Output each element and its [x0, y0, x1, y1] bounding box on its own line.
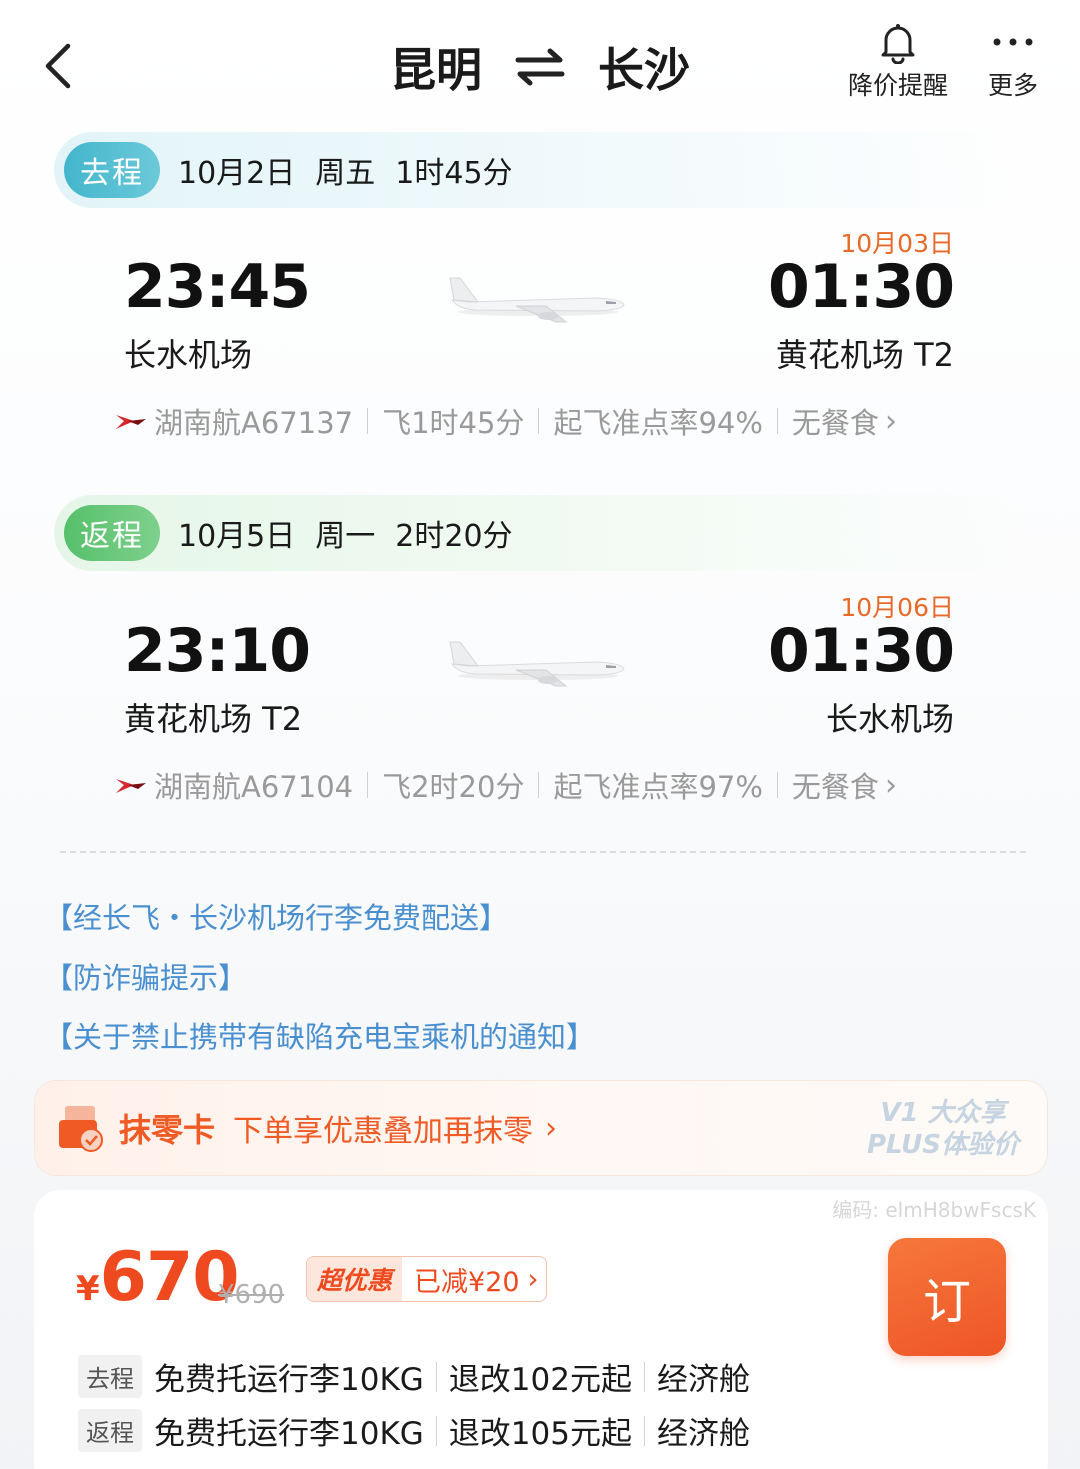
dashed-divider: [60, 851, 1026, 853]
back-button[interactable]: [38, 40, 82, 92]
divider: [538, 408, 540, 434]
deal-label: 超优惠: [307, 1257, 403, 1301]
price: ¥ 670: [76, 1238, 240, 1317]
chevron-right-icon: ›: [545, 1110, 558, 1146]
chevron-right-icon: ›: [527, 1263, 539, 1295]
route-title: 昆明 长沙: [390, 34, 690, 100]
divider: [367, 408, 369, 434]
airplane-icon: [449, 641, 625, 687]
more-label: 更多: [988, 71, 1039, 100]
outbound-tag: 去程: [64, 142, 160, 198]
cabin-class: 经济舱: [656, 1416, 750, 1452]
baggage-allowance: 免费托运行李10KG: [154, 1416, 424, 1452]
more-button[interactable]: 更多: [988, 22, 1038, 102]
plus-badge: V1 大众享 PLUS体验价: [867, 1097, 1019, 1161]
promo-description: 下单享优惠叠加再抹零: [233, 1114, 534, 1149]
flight-number: 湖南航A67104: [154, 770, 354, 804]
airline-logo-icon: [116, 779, 146, 793]
promo-title: 抹零卡: [119, 1111, 216, 1149]
origin-city: 昆明: [390, 43, 482, 97]
chevron-left-icon: [45, 43, 71, 89]
outbound-departure-time: 23:45: [124, 252, 311, 322]
outbound-header: 去程 10月2日 周五 1时45分: [54, 132, 1024, 208]
return-date: 10月5日: [178, 519, 296, 554]
outbound-date: 10月2日: [178, 156, 296, 191]
divider: [776, 408, 778, 434]
divider: [367, 772, 369, 798]
swap-arrows-icon: [515, 48, 565, 86]
fly-time: 飞1时45分: [382, 406, 525, 440]
return-flight-details[interactable]: 湖南航A67104 飞2时20分 起飞准点率97% 无餐食 ›: [114, 764, 897, 806]
currency-symbol: ¥: [76, 1269, 100, 1309]
outbound-info: 10月2日 周五 1时45分: [178, 148, 513, 192]
plus-badge-line2: PLUS体验价: [866, 1130, 1019, 1160]
return-arrival-time: 01:30: [768, 616, 955, 686]
return-weekday: 周一: [315, 519, 376, 554]
original-price: ¥690: [218, 1280, 285, 1310]
chevron-right-icon: ›: [884, 403, 897, 439]
ontime-rate: 起飞准点率94%: [553, 406, 763, 440]
divider: [776, 772, 778, 798]
return-departure-time: 23:10: [124, 616, 311, 686]
outbound-duration: 1时45分: [395, 156, 513, 191]
fare-row-return: 返程 免费托运行李10KG 退改105元起 经济舱: [78, 1408, 750, 1453]
outbound-arrival-time: 01:30: [768, 252, 955, 322]
more-dots-icon: [993, 38, 1033, 46]
baggage-allowance: 免费托运行李10KG: [154, 1362, 424, 1398]
notice-link-baggage-delivery[interactable]: 【经长飞・长沙机场行李免费配送】: [44, 895, 508, 937]
ontime-rate: 起飞准点率97%: [553, 770, 763, 804]
return-header: 返程 10月5日 周一 2时20分: [54, 495, 1024, 571]
book-button[interactable]: 订: [888, 1238, 1006, 1356]
divider: [643, 1415, 645, 1446]
return-info: 10月5日 周一 2时20分: [178, 511, 513, 555]
divider: [538, 772, 540, 798]
outbound-departure-airport: 长水机场: [124, 336, 253, 374]
plus-badge-line1: V1 大众享: [880, 1098, 1006, 1128]
meal-info: 无餐食: [791, 770, 879, 804]
destination-city: 长沙: [598, 43, 690, 97]
fare-tag: 去程: [78, 1355, 142, 1398]
cabin-class: 经济舱: [656, 1362, 750, 1398]
fare-tag: 返程: [78, 1409, 142, 1452]
notice-link-power-bank[interactable]: 【关于禁止携带有缺陷充电宝乘机的通知】: [44, 1014, 595, 1056]
promo-card[interactable]: 抹零卡 下单享优惠叠加再抹零 › V1 大众享 PLUS体验价: [34, 1080, 1048, 1176]
chevron-right-icon: ›: [884, 767, 897, 803]
divider: [435, 1415, 437, 1446]
return-duration: 2时20分: [395, 519, 513, 554]
change-fee: 退改102元起: [448, 1362, 632, 1398]
airline-logo-icon: [116, 415, 146, 429]
return-departure-airport: 黄花机场 T2: [124, 700, 303, 738]
outbound-weekday: 周五: [315, 156, 376, 191]
airplane-icon: [449, 277, 625, 323]
change-fee: 退改105元起: [448, 1416, 632, 1452]
notice-link-anti-fraud[interactable]: 【防诈骗提示】: [44, 955, 247, 997]
divider: [643, 1361, 645, 1392]
divider: [435, 1361, 437, 1392]
meal-info: 无餐食: [791, 406, 879, 440]
discount-badge[interactable]: 超优惠 已减¥20 ›: [306, 1256, 548, 1302]
return-arrival-airport: 长水机场: [825, 700, 954, 738]
discount-amount: 已减¥20: [414, 1266, 520, 1298]
price-alert-button[interactable]: 降价提醒: [848, 22, 948, 102]
return-tag: 返程: [64, 505, 160, 561]
top-bar: 昆明 长沙 降价提醒 更多: [0, 0, 1080, 130]
outbound-arrival-airport: 黄花机场 T2: [775, 336, 954, 374]
fare-row-outbound: 去程 免费托运行李10KG 退改102元起 经济舱: [78, 1354, 750, 1399]
fly-time: 飞2时20分: [382, 770, 525, 804]
coupon-card-icon: [59, 1106, 103, 1152]
price-card: 编码: elmH8bwFscsK ¥ 670 ¥690 超优惠 已减¥20 › …: [34, 1190, 1048, 1469]
bell-icon: [881, 24, 915, 64]
fare-code: 编码: elmH8bwFscsK: [832, 1198, 1036, 1222]
price-alert-label: 降价提醒: [848, 71, 949, 100]
outbound-flight-details[interactable]: 湖南航A67137 飞1时45分 起飞准点率94% 无餐食 ›: [114, 400, 897, 442]
flight-number: 湖南航A67137: [154, 406, 354, 440]
